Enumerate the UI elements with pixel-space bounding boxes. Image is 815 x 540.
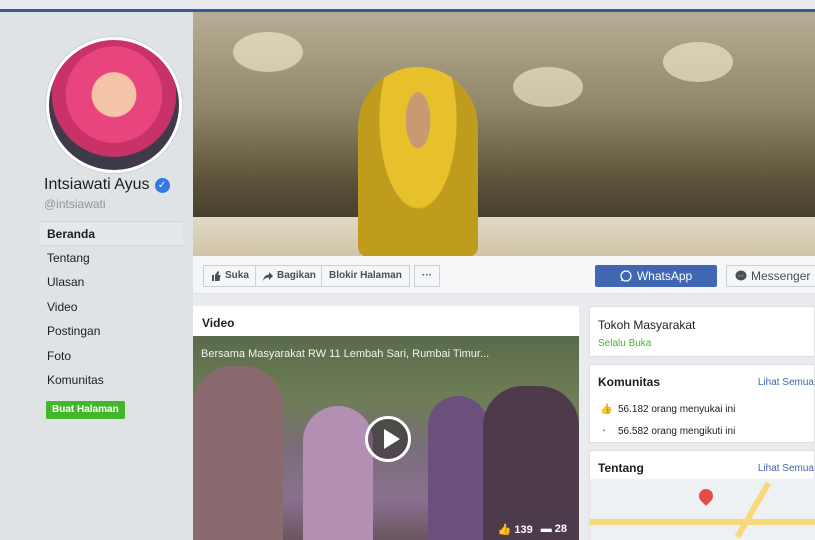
- sidebar-item-video[interactable]: Video: [40, 295, 183, 320]
- opening-hours: Selalu Buka: [598, 338, 652, 349]
- sidebar-nav: Beranda Tentang Ulasan Video Postingan F…: [40, 221, 183, 393]
- map-pin-icon: [696, 486, 716, 506]
- more-button[interactable]: ···: [414, 265, 440, 287]
- thumbs-up-icon: 👍: [600, 403, 613, 415]
- likes-stat: 👍 56.182 orang menyukai ini: [600, 404, 735, 415]
- create-page-button[interactable]: Buat Halaman: [46, 401, 125, 419]
- map-road: [590, 519, 815, 525]
- community-card: Komunitas Lihat Semua 👍 56.182 orang men…: [589, 364, 815, 443]
- comments-count: 28: [554, 523, 567, 535]
- profile-avatar[interactable]: [46, 37, 182, 173]
- follows-stat: ◔ 56.582 orang mengikuti ini: [600, 426, 735, 437]
- video-figure: [193, 366, 283, 540]
- sidebar-item-foto[interactable]: Foto: [40, 344, 183, 369]
- page-name[interactable]: Intsiawati Ayus ✓: [44, 176, 170, 194]
- page-info-card: Tokoh Masyarakat Selalu Buka: [589, 306, 815, 357]
- sidebar-item-postingan[interactable]: Postingan: [40, 319, 183, 344]
- like-button[interactable]: Suka: [203, 265, 257, 287]
- thumbs-up-icon: [212, 271, 221, 281]
- more-label: ···: [422, 270, 432, 281]
- comment-icon: ▬: [540, 523, 552, 535]
- video-figure: [303, 406, 373, 540]
- cover-person: [358, 67, 478, 256]
- sidebar-item-ulasan[interactable]: Ulasan: [40, 270, 183, 295]
- about-card: Tentang Lihat Semua: [589, 450, 815, 540]
- community-title: Komunitas: [598, 375, 661, 389]
- video-like-count: 👍 139: [498, 523, 533, 536]
- sidebar-item-tentang[interactable]: Tentang: [40, 246, 183, 271]
- video-comment-count: ▬ 28: [541, 523, 567, 536]
- sidebar-item-komunitas[interactable]: Komunitas: [40, 368, 183, 393]
- page-action-bar: Suka Bagikan Blokir Halaman ··· WhatsApp…: [193, 256, 815, 294]
- page-handle: @intsiawati: [44, 197, 106, 211]
- video-section: Video Bersama Masyarakat RW 11 Lembah Sa…: [193, 306, 579, 540]
- whatsapp-icon: [620, 270, 632, 282]
- share-label: Bagikan: [277, 270, 316, 281]
- video-section-title: Video: [202, 316, 235, 330]
- messenger-button[interactable]: Messenger: [726, 265, 815, 287]
- whatsapp-label: WhatsApp: [636, 269, 693, 283]
- video-figure: [428, 396, 488, 540]
- like-label: Suka: [225, 270, 249, 281]
- video-caption: Bersama Masyarakat RW 11 Lembah Sari, Ru…: [201, 348, 490, 360]
- block-page-button[interactable]: Blokir Halaman: [321, 265, 410, 287]
- block-page-label: Blokir Halaman: [329, 270, 402, 281]
- community-see-all-link[interactable]: Lihat Semua: [758, 377, 814, 388]
- messenger-label: Messenger: [751, 269, 811, 283]
- verified-badge-icon: ✓: [154, 177, 170, 193]
- play-icon[interactable]: [365, 416, 411, 462]
- follows-stat-text: 56.582 orang mengikuti ini: [618, 426, 736, 437]
- messenger-icon: [735, 270, 747, 281]
- page-category[interactable]: Tokoh Masyarakat: [598, 318, 695, 332]
- cover-photo[interactable]: [193, 12, 815, 256]
- video-player[interactable]: Bersama Masyarakat RW 11 Lembah Sari, Ru…: [193, 336, 579, 540]
- top-navigation-bar: [0, 0, 815, 12]
- likes-stat-text: 56.182 orang menyukai ini: [618, 404, 736, 415]
- video-stats: 👍 139 ▬ 28: [498, 523, 567, 536]
- location-map[interactable]: [590, 479, 815, 540]
- map-road: [734, 481, 772, 539]
- thumbs-up-icon: 👍: [497, 524, 512, 536]
- about-title: Tentang: [598, 461, 644, 475]
- share-arrow-icon: [263, 272, 273, 281]
- whatsapp-button[interactable]: WhatsApp: [595, 265, 717, 287]
- cover-lamp: [233, 32, 303, 72]
- page-name-text[interactable]: Intsiawati Ayus: [44, 176, 150, 194]
- about-see-all-link[interactable]: Lihat Semua: [758, 463, 814, 474]
- cover-lamp: [513, 67, 583, 107]
- sidebar-item-beranda[interactable]: Beranda: [40, 221, 183, 246]
- cover-lamp: [663, 42, 733, 82]
- share-button[interactable]: Bagikan: [255, 265, 324, 287]
- likes-count: 139: [514, 524, 533, 536]
- rss-icon: ◔: [600, 425, 607, 437]
- video-figure: [483, 386, 579, 540]
- cover-table: [193, 217, 815, 256]
